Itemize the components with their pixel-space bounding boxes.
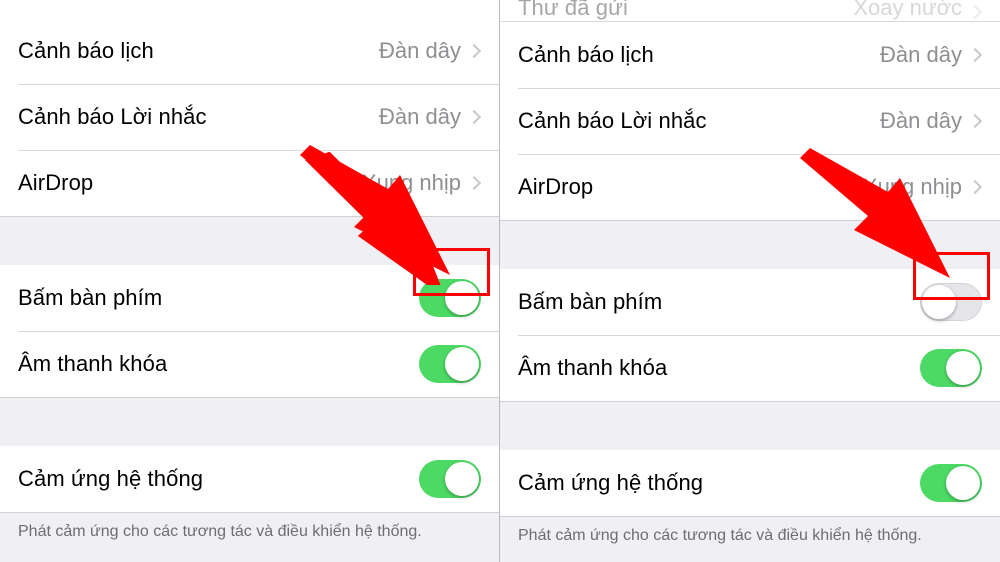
toggle-keyboard-clicks[interactable] [419, 279, 481, 317]
row-lock-sound[interactable]: Âm thanh khóa [0, 331, 499, 397]
toggle-system-haptics[interactable] [920, 464, 982, 502]
row-label: Cảm ứng hệ thống [18, 466, 419, 492]
toggle-system-haptics[interactable] [419, 460, 481, 498]
row-label: Thư đã gửi [518, 0, 853, 19]
chevron-right-icon [467, 176, 481, 190]
chevron-right-icon [467, 110, 481, 124]
row-label: AirDrop [18, 170, 362, 196]
row-label: Cảnh báo Lời nhắc [518, 108, 880, 134]
chevron-right-icon [968, 48, 982, 62]
footer-note: Phát cảm ứng cho các tương tác và điều k… [0, 513, 499, 541]
row-label: AirDrop [518, 174, 863, 200]
row-reminder-alerts[interactable]: Cảnh báo Lời nhắc Đàn dây [0, 84, 499, 150]
group-haptics: Cảm ứng hệ thống [0, 446, 499, 513]
group-alerts: Cảnh báo lịch Đàn dây Cảnh báo Lời nhắc … [500, 22, 1000, 221]
row-value: Đàn dây [880, 42, 962, 68]
chevron-right-icon [467, 44, 481, 58]
row-system-haptics[interactable]: Cảm ứng hệ thống [500, 450, 1000, 516]
row-label: Bấm bàn phím [518, 289, 920, 315]
group-feedback: Bấm bàn phím Âm thanh khóa [500, 269, 1000, 402]
row-keyboard-clicks[interactable]: Bấm bàn phím [500, 269, 1000, 335]
row-label: Bấm bàn phím [18, 285, 419, 311]
group-alerts: Cảnh báo lịch Đàn dây Cảnh báo Lời nhắc … [0, 18, 499, 217]
row-label: Cảnh báo Lời nhắc [18, 104, 379, 130]
toggle-lock-sound[interactable] [920, 349, 982, 387]
row-label: Âm thanh khóa [518, 355, 920, 381]
chevron-right-icon [968, 5, 982, 19]
row-airdrop[interactable]: AirDrop Xung nhịp [0, 150, 499, 216]
row-reminder-alerts[interactable]: Cảnh báo Lời nhắc Đàn dây [500, 88, 1000, 154]
row-label: Cảnh báo lịch [518, 42, 880, 68]
row-value: Xoay nước [853, 0, 962, 19]
row-lock-sound[interactable]: Âm thanh khóa [500, 335, 1000, 401]
panel-right: Thư đã gửi Xoay nước Cảnh báo lịch Đàn d… [500, 0, 1000, 562]
row-value: Đàn dây [379, 104, 461, 130]
toggle-keyboard-clicks[interactable] [920, 283, 982, 321]
chevron-right-icon [968, 180, 982, 194]
chevron-right-icon [968, 114, 982, 128]
panel-left: Cảnh báo lịch Đàn dây Cảnh báo Lời nhắc … [0, 0, 500, 562]
row-label: Âm thanh khóa [18, 351, 419, 377]
row-calendar-alerts[interactable]: Cảnh báo lịch Đàn dây [500, 22, 1000, 88]
footer-note: Phát cảm ứng cho các tương tác và điều k… [500, 517, 1000, 545]
row-keyboard-clicks[interactable]: Bấm bàn phím [0, 265, 499, 331]
group-haptics: Cảm ứng hệ thống [500, 450, 1000, 517]
row-value: Đàn dây [379, 38, 461, 64]
row-sent-mail[interactable]: Thư đã gửi Xoay nước [500, 0, 1000, 22]
row-label: Cảm ứng hệ thống [518, 470, 920, 496]
row-value: Xung nhịp [362, 170, 461, 196]
group-feedback: Bấm bàn phím Âm thanh khóa [0, 265, 499, 398]
row-calendar-alerts[interactable]: Cảnh báo lịch Đàn dây [0, 18, 499, 84]
row-value: Xung nhịp [863, 174, 962, 200]
row-airdrop[interactable]: AirDrop Xung nhịp [500, 154, 1000, 220]
row-label: Cảnh báo lịch [18, 38, 379, 64]
row-value: Đàn dây [880, 108, 962, 134]
toggle-lock-sound[interactable] [419, 345, 481, 383]
row-system-haptics[interactable]: Cảm ứng hệ thống [0, 446, 499, 512]
